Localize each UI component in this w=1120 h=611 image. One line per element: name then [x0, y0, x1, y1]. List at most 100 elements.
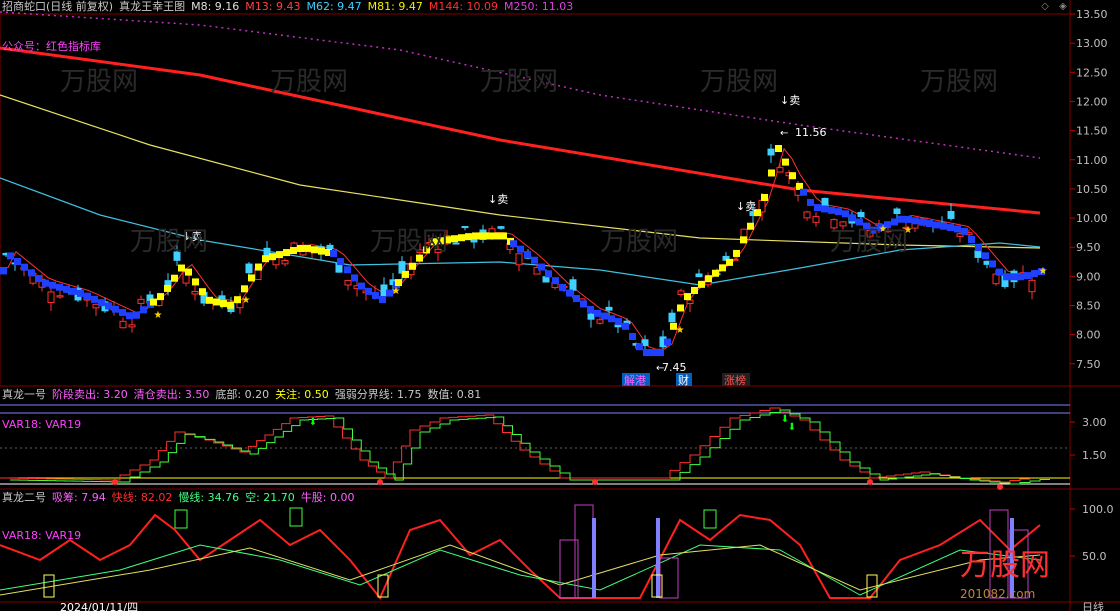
- trend-band-step: [1024, 272, 1031, 280]
- panel2-header: 真龙二号 吸筹: 7.94 快线: 82.02 慢线: 34.76 空: 21.70 牛股…: [2, 491, 361, 505]
- trend-band-step: [276, 251, 283, 259]
- trend-band-step: [91, 295, 98, 303]
- panel2-var-label: VAR18: VAR19: [2, 529, 82, 542]
- candle-body: [893, 208, 901, 215]
- trend-band-step: [538, 263, 545, 271]
- trend-band-step: [192, 278, 199, 286]
- trend-band-step: [63, 285, 70, 293]
- event-tag: 涨榜: [724, 373, 746, 387]
- empty-line: [0, 544, 1041, 596]
- main_panel.header-item: M144: 10.09: [428, 0, 499, 13]
- bull-bar: [592, 518, 596, 598]
- watermark-text: 万股网: [920, 67, 998, 97]
- trend-band-step: [705, 275, 712, 283]
- sell-signal-label: ↓卖: [780, 94, 800, 107]
- y-tick-label: 9.00: [1076, 270, 1101, 283]
- subtitle-text: 公众号：红色指标库: [2, 40, 101, 53]
- down-arrow-icon: ⬇: [788, 422, 796, 433]
- trend-band-step: [982, 252, 989, 260]
- trend-band-step: [164, 284, 171, 292]
- trend-band-step: [814, 204, 821, 212]
- trend-band-step: [297, 244, 304, 252]
- trend-band-step: [573, 295, 580, 303]
- candle-body: [56, 295, 64, 298]
- y-tick-label: 9.50: [1076, 241, 1101, 254]
- chart-canvas[interactable]: 13.50 13.00 12.50 12.00 11.50 11.00 10.50 10.00…: [0, 0, 1120, 611]
- brand-logo: 万股网: [960, 548, 1050, 583]
- trend-band-step: [919, 218, 926, 226]
- panel1.header-item: 数值: 0.81: [427, 388, 482, 401]
- trend-band-step: [500, 232, 507, 240]
- trend-band-step: [691, 286, 698, 294]
- trend-band-step: [664, 338, 671, 346]
- main_panel.header-item: 真龙王幸王图: [119, 0, 186, 13]
- trend-band-step: [601, 312, 608, 320]
- trend-band-step: [304, 244, 311, 252]
- trend-band-step: [112, 305, 119, 313]
- signal-box: [289, 507, 303, 527]
- trend-band-step: [954, 225, 961, 233]
- trend-band-step: [975, 244, 982, 252]
- candle-body: [452, 242, 460, 245]
- trend-band-step: [344, 266, 351, 274]
- trend-band-step: [782, 158, 789, 166]
- trend-band-step: [14, 258, 21, 266]
- high-price-label: 11.56: [795, 126, 827, 139]
- panel-close-icon[interactable]: ◈: [1056, 0, 1070, 14]
- trend-band-step: [996, 268, 1003, 276]
- candle-body: [128, 324, 136, 328]
- trend-band-step: [269, 253, 276, 261]
- trend-band-step: [220, 300, 227, 308]
- trend-band-step: [677, 304, 684, 312]
- star-marker-icon: ★: [392, 286, 401, 297]
- trend-band-step: [968, 235, 975, 243]
- candle-body: [767, 148, 775, 156]
- trend-band-step: [933, 221, 940, 229]
- trend-band-step: [800, 188, 807, 196]
- trend-band-step: [372, 291, 379, 299]
- main_panel.header-item: 招商蛇口(日线 前复权): [2, 0, 114, 13]
- candle-body: [857, 211, 865, 217]
- bottom-dot: [867, 479, 873, 485]
- trend-band-step: [21, 263, 28, 271]
- trend-band-step: [615, 317, 622, 325]
- trend-band-step: [157, 293, 164, 301]
- bottom-dot: [997, 484, 1003, 490]
- trend-band-step: [510, 240, 517, 248]
- trend-band-step: [35, 275, 42, 283]
- trend-band-step: [199, 288, 206, 296]
- watermark-text: 万股网: [370, 227, 448, 257]
- trend-band-step: [622, 322, 629, 330]
- trend-band-step: [358, 282, 365, 290]
- trend-band-step: [178, 264, 185, 272]
- bull-bar: [656, 518, 660, 598]
- trend-band-step: [747, 222, 754, 230]
- star-marker-icon: ★: [242, 295, 251, 306]
- trend-band-step: [643, 349, 650, 357]
- trend-band-step: [849, 214, 856, 222]
- trend-band-step: [472, 232, 479, 240]
- trend-band-step: [856, 218, 863, 226]
- panel1-var-label: VAR18: VAR19: [2, 418, 82, 431]
- trend-band-step: [290, 247, 297, 255]
- y-tick-label: 10.00: [1076, 212, 1108, 225]
- trend-band-step: [227, 301, 234, 309]
- trend-band-step: [740, 236, 747, 244]
- star-marker-icon: ★: [154, 310, 163, 321]
- candle-body: [776, 167, 784, 173]
- trend-band-step: [719, 264, 726, 272]
- trend-band-step: [337, 258, 344, 266]
- panel2.header-item: 真龙二号: [2, 491, 46, 504]
- trend-band-step: [241, 285, 248, 293]
- trend-band-step: [545, 270, 552, 278]
- y-tick-label: 50.0: [1082, 550, 1107, 563]
- panel-settings-icon[interactable]: ◇: [1038, 0, 1052, 14]
- trend-band-step: [206, 296, 213, 304]
- y-tick-label: 1.50: [1082, 449, 1107, 462]
- trend-band-step: [262, 255, 269, 263]
- trend-band-step: [458, 234, 465, 242]
- trend-band-step: [594, 309, 601, 317]
- signal-box: [174, 509, 188, 529]
- candle-body: [605, 306, 613, 311]
- panel2.header-item: 牛股: 0.00: [300, 491, 355, 504]
